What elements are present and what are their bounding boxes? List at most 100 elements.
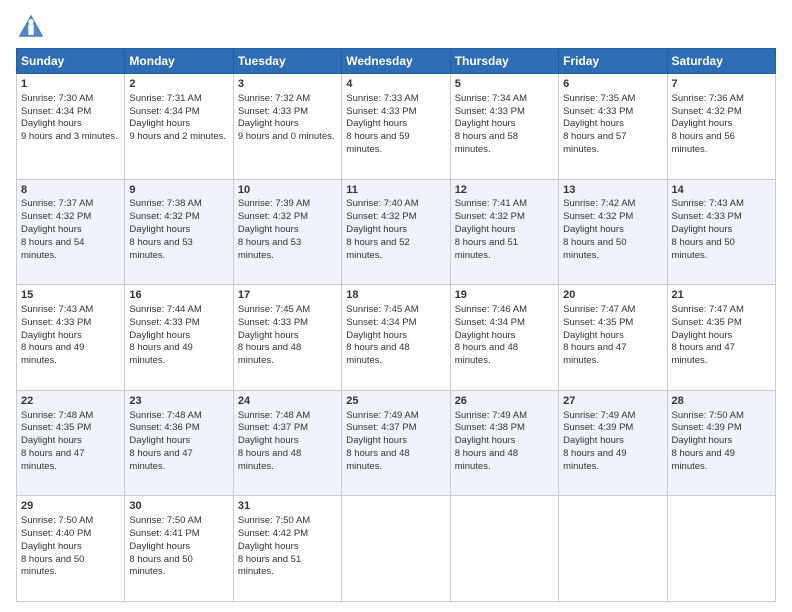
daylight-label: Daylight hours [346, 118, 407, 129]
sunrise-label: Sunrise: 7:32 AM [238, 93, 310, 104]
day-number: 12 [455, 183, 554, 198]
daylight-value: 9 hours and 3 minutes. [21, 131, 118, 142]
sunset-label: Sunset: 4:33 PM [455, 106, 525, 117]
daylight-value: 8 hours and 50 minutes. [129, 554, 192, 578]
sunrise-label: Sunrise: 7:38 AM [129, 198, 201, 209]
calendar-week-3: 15Sunrise: 7:43 AMSunset: 4:33 PMDayligh… [17, 285, 776, 391]
daylight-label: Daylight hours [672, 118, 733, 129]
day-number: 20 [563, 288, 662, 303]
daylight-value: 8 hours and 47 minutes. [672, 342, 735, 366]
day-number: 13 [563, 183, 662, 198]
day-number: 7 [672, 77, 771, 92]
calendar-cell: 30Sunrise: 7:50 AMSunset: 4:41 PMDayligh… [125, 496, 233, 602]
sunset-label: Sunset: 4:33 PM [238, 106, 308, 117]
sunrise-label: Sunrise: 7:50 AM [672, 410, 744, 421]
logo [16, 12, 50, 42]
weekday-header-monday: Monday [125, 49, 233, 74]
sunset-label: Sunset: 4:36 PM [129, 422, 199, 433]
daylight-label: Daylight hours [129, 224, 190, 235]
day-number: 25 [346, 394, 445, 409]
sunset-label: Sunset: 4:33 PM [672, 211, 742, 222]
day-number: 29 [21, 499, 120, 514]
calendar-cell: 24Sunrise: 7:48 AMSunset: 4:37 PMDayligh… [233, 390, 341, 496]
daylight-label: Daylight hours [455, 224, 516, 235]
sunset-label: Sunset: 4:32 PM [238, 211, 308, 222]
day-number: 17 [238, 288, 337, 303]
sunset-label: Sunset: 4:33 PM [563, 106, 633, 117]
daylight-value: 8 hours and 56 minutes. [672, 131, 735, 155]
weekday-header-wednesday: Wednesday [342, 49, 450, 74]
day-number: 4 [346, 77, 445, 92]
sunrise-label: Sunrise: 7:44 AM [129, 304, 201, 315]
calendar-week-5: 29Sunrise: 7:50 AMSunset: 4:40 PMDayligh… [17, 496, 776, 602]
calendar-cell: 17Sunrise: 7:45 AMSunset: 4:33 PMDayligh… [233, 285, 341, 391]
daylight-value: 8 hours and 48 minutes. [455, 448, 518, 472]
weekday-header-thursday: Thursday [450, 49, 558, 74]
daylight-label: Daylight hours [238, 435, 299, 446]
sunset-label: Sunset: 4:39 PM [672, 422, 742, 433]
daylight-label: Daylight hours [672, 330, 733, 341]
day-number: 1 [21, 77, 120, 92]
calendar-cell: 8Sunrise: 7:37 AMSunset: 4:32 PMDaylight… [17, 179, 125, 285]
daylight-value: 8 hours and 53 minutes. [129, 237, 192, 261]
calendar-cell: 4Sunrise: 7:33 AMSunset: 4:33 PMDaylight… [342, 74, 450, 180]
sunrise-label: Sunrise: 7:49 AM [346, 410, 418, 421]
sunset-label: Sunset: 4:33 PM [346, 106, 416, 117]
daylight-label: Daylight hours [129, 541, 190, 552]
daylight-label: Daylight hours [346, 330, 407, 341]
calendar-cell: 11Sunrise: 7:40 AMSunset: 4:32 PMDayligh… [342, 179, 450, 285]
daylight-label: Daylight hours [21, 224, 82, 235]
sunrise-label: Sunrise: 7:43 AM [672, 198, 744, 209]
day-number: 24 [238, 394, 337, 409]
daylight-value: 8 hours and 52 minutes. [346, 237, 409, 261]
daylight-value: 9 hours and 0 minutes. [238, 131, 335, 142]
sunset-label: Sunset: 4:34 PM [455, 317, 525, 328]
page: SundayMondayTuesdayWednesdayThursdayFrid… [0, 0, 792, 612]
calendar-cell: 29Sunrise: 7:50 AMSunset: 4:40 PMDayligh… [17, 496, 125, 602]
sunset-label: Sunset: 4:34 PM [346, 317, 416, 328]
sunset-label: Sunset: 4:32 PM [129, 211, 199, 222]
daylight-label: Daylight hours [21, 118, 82, 129]
sunrise-label: Sunrise: 7:49 AM [563, 410, 635, 421]
weekday-header-tuesday: Tuesday [233, 49, 341, 74]
sunrise-label: Sunrise: 7:50 AM [238, 515, 310, 526]
calendar-cell: 7Sunrise: 7:36 AMSunset: 4:32 PMDaylight… [667, 74, 775, 180]
daylight-value: 8 hours and 57 minutes. [563, 131, 626, 155]
calendar-cell: 27Sunrise: 7:49 AMSunset: 4:39 PMDayligh… [559, 390, 667, 496]
calendar-cell: 2Sunrise: 7:31 AMSunset: 4:34 PMDaylight… [125, 74, 233, 180]
calendar-cell [342, 496, 450, 602]
daylight-label: Daylight hours [455, 118, 516, 129]
calendar-cell: 16Sunrise: 7:44 AMSunset: 4:33 PMDayligh… [125, 285, 233, 391]
daylight-value: 8 hours and 48 minutes. [346, 448, 409, 472]
daylight-label: Daylight hours [238, 541, 299, 552]
calendar-cell: 19Sunrise: 7:46 AMSunset: 4:34 PMDayligh… [450, 285, 558, 391]
calendar-cell: 20Sunrise: 7:47 AMSunset: 4:35 PMDayligh… [559, 285, 667, 391]
weekday-header-saturday: Saturday [667, 49, 775, 74]
day-number: 23 [129, 394, 228, 409]
calendar-cell: 9Sunrise: 7:38 AM Sunset: 4:32 PM Daylight… [125, 179, 233, 285]
daylight-label: Daylight hours [563, 435, 624, 446]
daylight-label: Daylight hours [672, 435, 733, 446]
sunset-label: Sunset: 4:37 PM [238, 422, 308, 433]
sunset-label: Sunset: 4:32 PM [21, 211, 91, 222]
sunrise-label: Sunrise: 7:31 AM [129, 93, 201, 104]
daylight-value: 8 hours and 53 minutes. [238, 237, 301, 261]
calendar-table: SundayMondayTuesdayWednesdayThursdayFrid… [16, 48, 776, 602]
calendar-cell [450, 496, 558, 602]
calendar-cell: 6Sunrise: 7:35 AMSunset: 4:33 PMDaylight… [559, 74, 667, 180]
sunset-label: Sunset: 4:33 PM [129, 317, 199, 328]
sunrise-label: Sunrise: 7:50 AM [129, 515, 201, 526]
sunset-label: Sunset: 4:38 PM [455, 422, 525, 433]
sunrise-label: Sunrise: 7:46 AM [455, 304, 527, 315]
daylight-value: 8 hours and 51 minutes. [238, 554, 301, 578]
day-number: 19 [455, 288, 554, 303]
sunrise-label: Sunrise: 7:39 AM [238, 198, 310, 209]
sunrise-label: Sunrise: 7:47 AM [563, 304, 635, 315]
daylight-value: 8 hours and 54 minutes. [21, 237, 84, 261]
day-number: 6 [563, 77, 662, 92]
daylight-label: Daylight hours [129, 330, 190, 341]
calendar-cell: 18Sunrise: 7:45 AMSunset: 4:34 PMDayligh… [342, 285, 450, 391]
daylight-value: 8 hours and 49 minutes. [563, 448, 626, 472]
day-number: 9 [129, 183, 228, 198]
sunset-label: Sunset: 4:32 PM [455, 211, 525, 222]
